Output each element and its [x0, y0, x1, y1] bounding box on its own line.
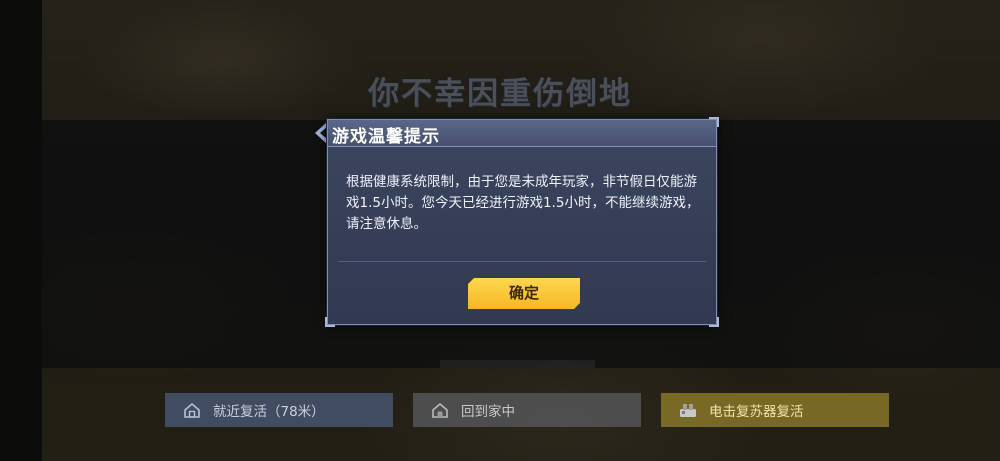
dialog-title: 游戏温馨提示	[332, 127, 440, 147]
dialog-arrow-icon	[315, 122, 327, 144]
defibrillator-revive-button[interactable]: 电击复苏器复活	[661, 393, 889, 427]
game-screen: 你不幸因重伤倒地 游戏温馨提示 根据健康系统限制，由于您是未成年玩家，非节假日仅…	[0, 0, 1000, 461]
revive-nearby-button[interactable]: 就近复活（78米）	[165, 393, 393, 427]
warm-tip-dialog: 游戏温馨提示 根据健康系统限制，由于您是未成年玩家，非节假日仅能游戏1.5小时。…	[325, 117, 719, 327]
dialog-corner-decoration	[709, 117, 719, 127]
dialog-corner-decoration	[709, 317, 719, 327]
defibrillator-revive-label: 电击复苏器复活	[709, 404, 804, 420]
divider-strip	[440, 360, 595, 368]
dialog-message: 根据健康系统限制，由于您是未成年玩家，非节假日仅能游戏1.5小时。您今天已经进行…	[346, 174, 700, 232]
death-message: 你不幸因重伤倒地	[368, 76, 632, 112]
dialog-header: 游戏温馨提示	[328, 120, 716, 147]
home-outline-icon	[181, 399, 203, 421]
go-home-button[interactable]: 回到家中	[413, 393, 641, 427]
dialog-divider	[338, 261, 706, 262]
dialog-corner-decoration	[325, 317, 335, 327]
confirm-button[interactable]: 确定	[468, 278, 580, 309]
revive-nearby-label: 就近复活（78米）	[213, 404, 325, 420]
go-home-label: 回到家中	[461, 404, 515, 420]
home-icon	[429, 399, 451, 421]
defibrillator-icon	[677, 399, 699, 421]
